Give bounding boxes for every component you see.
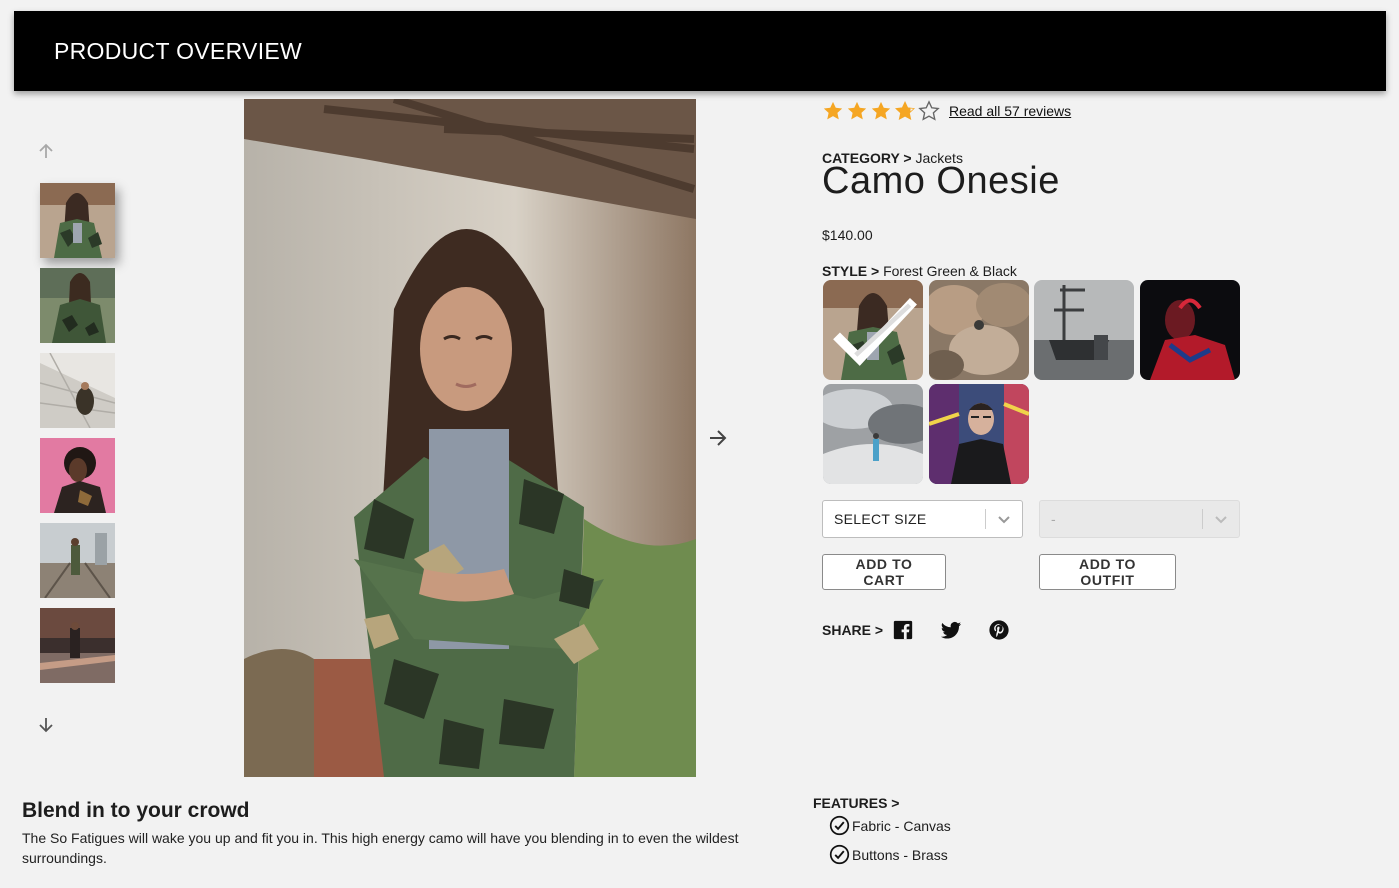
check-circle-icon	[829, 844, 850, 865]
style-line: STYLE > Forest Green & Black	[822, 263, 1017, 279]
twitter-icon[interactable]	[940, 619, 962, 641]
feature-item: Fabric - Canvas	[829, 815, 951, 836]
style-swatch-6[interactable]	[929, 384, 1029, 484]
feature-text: Buttons - Brass	[852, 846, 948, 863]
star-full-icon	[847, 101, 867, 120]
pinterest-icon[interactable]	[988, 619, 1010, 641]
thumbnail-down-arrow-icon[interactable]	[36, 715, 56, 735]
style-swatch-2[interactable]	[929, 280, 1029, 380]
star-partial-icon	[894, 100, 916, 121]
next-image-arrow-icon[interactable]	[707, 427, 729, 449]
facebook-icon[interactable]	[892, 619, 914, 641]
product-slogan: Blend in to your crowd	[22, 799, 250, 822]
app-header: PRODUCT OVERVIEW	[14, 11, 1386, 91]
selected-style-name: Forest Green & Black	[883, 263, 1017, 279]
style-swatch-5[interactable]	[823, 384, 923, 484]
share-label: SHARE >	[822, 622, 884, 638]
thumbnail-4[interactable]	[40, 438, 115, 513]
product-price: $140.00	[822, 227, 873, 243]
features-label: FEATURES >	[813, 795, 900, 811]
read-reviews-link[interactable]: Read all 57 reviews	[949, 103, 1071, 119]
style-swatch-4[interactable]	[1140, 280, 1240, 380]
thumbnail-3[interactable]	[40, 353, 115, 428]
style-swatch-1[interactable]	[823, 280, 923, 380]
feature-text: Fabric - Canvas	[852, 817, 951, 834]
check-circle-icon	[829, 815, 850, 836]
product-description: The So Fatigues will wake you up and fit…	[22, 830, 739, 866]
add-to-outfit-button[interactable]: ADD TO OUTFIT	[1039, 554, 1176, 590]
quantity-select: -	[1039, 500, 1240, 538]
thumbnail-5[interactable]	[40, 523, 115, 598]
style-swatch-3[interactable]	[1034, 280, 1134, 380]
style-label: STYLE >	[822, 263, 880, 279]
star-full-icon	[871, 101, 891, 120]
add-to-cart-button[interactable]: ADD TO CART	[822, 554, 946, 590]
thumbnail-up-arrow-icon[interactable]	[36, 141, 56, 161]
main-product-image[interactable]	[244, 99, 696, 777]
thumbnail-6[interactable]	[40, 608, 115, 683]
page-title: PRODUCT OVERVIEW	[54, 37, 303, 64]
star-empty-icon	[918, 100, 940, 121]
star-rating	[822, 100, 940, 122]
size-select-value: SELECT SIZE	[834, 511, 927, 527]
chevron-down-icon	[1203, 512, 1239, 526]
star-full-icon	[823, 101, 843, 120]
product-name: Camo Onesie	[822, 160, 1060, 202]
thumbnail-2[interactable]	[40, 268, 115, 343]
size-select[interactable]: SELECT SIZE	[822, 500, 1023, 538]
selected-checkmark-icon	[833, 297, 917, 366]
quantity-select-value: -	[1051, 511, 1056, 527]
feature-item: Buttons - Brass	[829, 844, 948, 865]
thumbnail-1[interactable]	[40, 183, 115, 258]
chevron-down-icon	[986, 512, 1022, 526]
